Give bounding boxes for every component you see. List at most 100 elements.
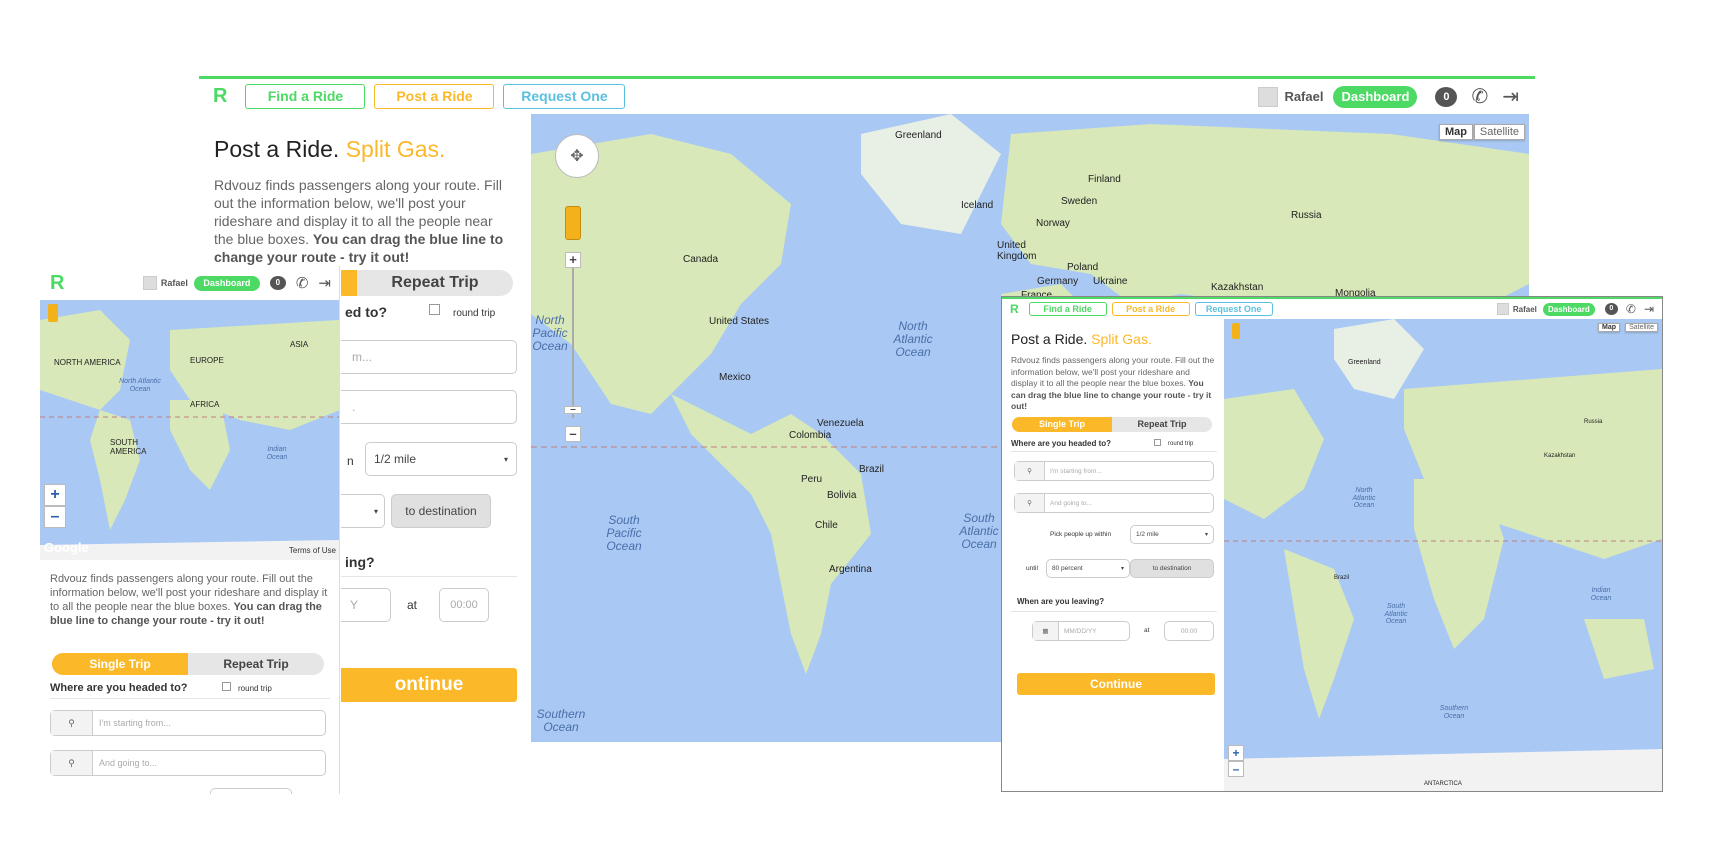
medium-route-map[interactable]: Greenland North Atlantic Ocean South Atl…: [1224, 319, 1662, 791]
post-ride-button[interactable]: Post a Ride: [374, 84, 495, 109]
tablet-pickup-select[interactable]: 1/2 mile ▾: [365, 442, 517, 476]
label-sweden: Sweden: [1061, 196, 1098, 207]
medium-repeat-trip-tab[interactable]: Repeat Trip: [1112, 417, 1212, 432]
tablet-start-input[interactable]: m...: [341, 340, 517, 374]
mobile-repeat-trip-tab[interactable]: Repeat Trip: [188, 653, 324, 675]
tablet-round-trip-checkbox[interactable]: [429, 304, 440, 315]
find-ride-button[interactable]: Find a Ride: [245, 84, 366, 109]
mobile-phone-icon[interactable]: ✆: [296, 274, 309, 292]
mobile-user-name[interactable]: Rafael: [161, 278, 188, 288]
zoom-out-button[interactable]: –: [565, 426, 581, 442]
medium-dest-pin-icon: ⚲: [1015, 494, 1045, 512]
medium-brand-logo[interactable]: R: [1010, 302, 1019, 316]
mobile-avatar[interactable]: [142, 276, 157, 290]
zoom-in-button[interactable]: +: [565, 252, 581, 268]
mobile-pickup-select-partial[interactable]: [210, 788, 292, 794]
medium-find-ride-button[interactable]: Find a Ride: [1028, 302, 1107, 316]
tablet-to-destination-button[interactable]: to destination: [391, 494, 491, 528]
medium-street-view-pegman[interactable]: [1232, 323, 1240, 339]
request-one-button[interactable]: Request One: [503, 84, 626, 109]
label-bolivia: Bolivia: [827, 490, 857, 501]
medium-to-destination-button[interactable]: to destination: [1130, 559, 1214, 578]
mobile-logout-icon[interactable]: ⇥: [318, 274, 331, 292]
medium-user-name[interactable]: Rafael: [1513, 305, 1537, 314]
tablet-destination-input[interactable]: .: [341, 390, 517, 424]
mobile-zoom-out-button[interactable]: –: [44, 506, 66, 528]
street-view-pegman[interactable]: [565, 206, 581, 240]
tablet-repeat-trip-tab[interactable]: Repeat Trip: [357, 270, 513, 296]
mobile-destination-input[interactable]: ⚲ And going to...: [50, 750, 326, 776]
medium-continue-button[interactable]: Continue: [1017, 673, 1215, 695]
pan-control[interactable]: ✥: [555, 134, 599, 178]
medium-round-trip-checkbox[interactable]: [1154, 439, 1161, 446]
medium-time-placeholder: 00:00: [1180, 627, 1198, 635]
medium-single-trip-tab[interactable]: Single Trip: [1012, 417, 1112, 432]
messages-icon[interactable]: 0: [1435, 86, 1458, 107]
zoom-slider-track[interactable]: [572, 268, 574, 418]
medium-zoom-in-button[interactable]: +: [1228, 745, 1244, 761]
medium-intro-description: Rdvouz finds passengers along your route…: [1011, 355, 1215, 388]
medium-leaving-label: When are you leaving?: [1017, 597, 1105, 606]
label-colombia: Colombia: [789, 430, 832, 441]
mobile-dashboard-button[interactable]: Dashboard: [193, 275, 260, 291]
medium-phone-icon[interactable]: ✆: [1626, 302, 1636, 316]
mobile-brand-logo[interactable]: R: [50, 272, 64, 295]
mobile-street-view-pegman[interactable]: [48, 304, 58, 322]
medium-avatar[interactable]: [1496, 303, 1509, 315]
medium-until-select[interactable]: 80 percent ▾: [1046, 559, 1130, 578]
label-argentina: Argentina: [829, 564, 872, 575]
medium-start-input[interactable]: ⚲ I'm starting from...: [1014, 461, 1214, 481]
medium-logout-icon[interactable]: ⇥: [1644, 302, 1654, 316]
user-name[interactable]: Rafael: [1284, 89, 1323, 104]
tablet-date-input[interactable]: Y: [341, 588, 391, 622]
tablet-continue-button[interactable]: ontinue: [341, 668, 517, 702]
tablet-time-input[interactable]: 00:00: [439, 588, 489, 622]
dashboard-button[interactable]: Dashboard: [1333, 85, 1418, 108]
medium-messages-icon[interactable]: 0: [1604, 303, 1618, 315]
mobile-dest-pin-icon: ⚲: [51, 751, 93, 775]
medium-dashboard-button[interactable]: Dashboard: [1542, 302, 1595, 316]
medium-page-title: Post a Ride. Split Gas.: [1011, 331, 1152, 347]
page-title: Post a Ride. Split Gas.: [214, 136, 445, 163]
phone-icon[interactable]: ✆: [1471, 84, 1488, 109]
mobile-zoom-in-button[interactable]: +: [44, 484, 66, 506]
medium-label-north-atlantic: North Atlantic Ocean: [1352, 487, 1376, 510]
map-type-map-button[interactable]: Map: [1439, 124, 1473, 140]
mobile-start-input[interactable]: ⚲ I'm starting from...: [50, 710, 326, 736]
medium-pickup-select[interactable]: 1/2 mile ▾: [1130, 525, 1214, 544]
zoom-slider-handle[interactable]: –: [564, 405, 582, 415]
mobile-route-map[interactable]: NORTH AMERICA EUROPE ASIA AFRICA SOUTH A…: [40, 300, 339, 560]
medium-post-ride-button[interactable]: Post a Ride: [1111, 302, 1190, 316]
medium-time-input[interactable]: 00:00: [1164, 621, 1214, 641]
medium-zoom-out-button[interactable]: –: [1228, 761, 1244, 777]
label-south-pacific: South Pacific Ocean: [606, 513, 642, 554]
medium-request-one-button[interactable]: Request One: [1194, 302, 1273, 316]
top-navbar: R Find a Ride Post a Ride Request One Ra…: [199, 76, 1535, 114]
medium-map-type-map-button[interactable]: Map: [1598, 323, 1620, 332]
label-ukraine: Ukraine: [1093, 276, 1128, 287]
medium-start-placeholder: I'm starting from...: [1050, 467, 1102, 475]
avatar[interactable]: [1258, 86, 1279, 107]
title-accent: Split Gas.: [345, 136, 446, 162]
label-russia: Russia: [1291, 210, 1322, 221]
mobile-round-trip-checkbox[interactable]: [222, 682, 231, 691]
tablet-until-select[interactable]: ▾: [341, 494, 385, 528]
title-main: Post a Ride.: [214, 136, 340, 162]
map-type-satellite-button[interactable]: Satellite: [1473, 124, 1525, 140]
medium-map-type-satellite-button[interactable]: Satellite: [1625, 323, 1658, 332]
medium-date-input[interactable]: ▦ MM/DD/YY: [1032, 621, 1130, 641]
medium-pickup-label: Pick people up within: [1050, 531, 1112, 538]
logout-icon[interactable]: ⇥: [1502, 84, 1519, 109]
medium-headed-label: Where are you headed to?: [1011, 439, 1112, 448]
mobile-messages-icon[interactable]: 0: [269, 276, 286, 290]
label-southern-ocean: Southern Ocean: [536, 707, 586, 735]
mobile-single-trip-tab[interactable]: Single Trip: [52, 653, 188, 675]
medium-title-main: Post a Ride.: [1011, 331, 1088, 347]
tablet-round-trip-label: round trip: [453, 308, 496, 319]
brand-logo[interactable]: R: [213, 85, 227, 108]
mobile-terms-link[interactable]: Terms of Use: [289, 546, 336, 555]
tablet-window-partial: Repeat Trip ed to? round trip m... . n 1…: [341, 266, 531, 798]
mobile-navbar: R Rafael Dashboard 0 ✆ ⇥: [40, 266, 339, 300]
tablet-single-trip-tab[interactable]: [341, 270, 357, 296]
medium-destination-input[interactable]: ⚲ And going to...: [1014, 493, 1214, 513]
